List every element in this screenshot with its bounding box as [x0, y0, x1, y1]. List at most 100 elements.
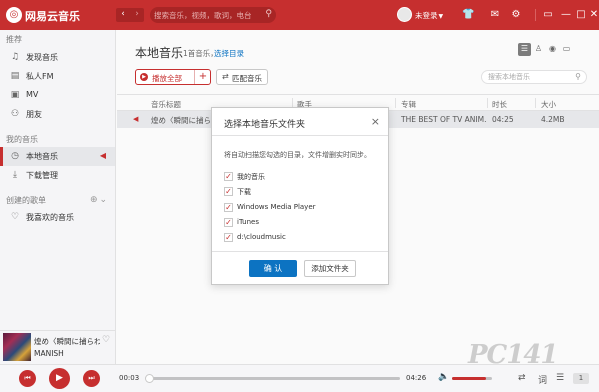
- folder-checkbox[interactable]: ✓: [224, 218, 233, 227]
- playlist-count[interactable]: 1: [573, 373, 589, 384]
- next-icon: ⏭: [88, 374, 95, 382]
- folder-option[interactable]: ✓ 我的音乐: [224, 171, 384, 183]
- folder-label: d:\cloudmusic: [237, 233, 286, 241]
- dialog-title: 选择本地音乐文件夹: [224, 120, 306, 130]
- sidebar-section-my-music: 我的音乐: [6, 135, 38, 144]
- folder-label: Windows Media Player: [237, 203, 316, 211]
- add-folder-button[interactable]: 添加文件夹: [304, 260, 356, 277]
- avatar[interactable]: [397, 7, 412, 22]
- list-view-icon[interactable]: ☰: [518, 43, 531, 56]
- column-album[interactable]: 专辑: [401, 99, 416, 110]
- song-count: 1首音乐，: [183, 49, 218, 58]
- sidebar-item-fm[interactable]: ▤ 私人FM: [0, 67, 115, 86]
- add-to-playlist-button[interactable]: +: [194, 70, 211, 84]
- next-button[interactable]: ⏭: [83, 370, 100, 387]
- sidebar-item-local-music[interactable]: ◷ 本地音乐 ◀: [0, 147, 115, 166]
- close-icon[interactable]: ×: [371, 115, 380, 128]
- search-icon[interactable]: ⚲: [265, 9, 272, 19]
- sidebar-item-label: MV: [26, 90, 39, 99]
- shuffle-icon[interactable]: ⇄: [518, 373, 526, 383]
- sidebar-item-mv[interactable]: ▣ MV: [0, 86, 115, 105]
- volume-slider[interactable]: [452, 377, 492, 380]
- folder-checkbox[interactable]: ✓: [224, 172, 233, 181]
- volume-icon[interactable]: 🔈: [438, 372, 449, 382]
- album-cover[interactable]: [3, 333, 31, 361]
- album-view-icon[interactable]: ◉: [546, 43, 559, 56]
- column-size[interactable]: 大小: [541, 99, 556, 110]
- previous-icon: ⏮: [24, 374, 31, 382]
- sidebar-item-downloads[interactable]: ⤓ 下载管理: [0, 166, 115, 185]
- speaker-icon: ◀: [133, 115, 139, 123]
- folder-checkbox[interactable]: ✓: [224, 203, 233, 212]
- chevron-down-icon: ▼: [438, 13, 444, 20]
- forward-button[interactable]: ›: [130, 8, 144, 22]
- divider: [212, 135, 388, 136]
- local-search-input[interactable]: [488, 71, 570, 83]
- previous-button[interactable]: ⏮: [19, 370, 36, 387]
- playlist-icon[interactable]: ☰: [556, 373, 564, 383]
- sidebar-item-label: 本地音乐: [26, 152, 58, 161]
- song-title: 煌め〈瞬間に捕ら: [151, 116, 211, 125]
- play-icon: ▶: [56, 373, 63, 383]
- select-folder-dialog: 选择本地音乐文件夹 × 将自动扫描您勾选的目录，文件增删实时同步。 ✓ 我的音乐…: [211, 107, 389, 285]
- song-duration: 04:25: [492, 115, 514, 124]
- folder-checkbox[interactable]: ✓: [224, 233, 233, 242]
- back-button[interactable]: ‹: [116, 8, 130, 22]
- global-search-input[interactable]: [154, 7, 260, 23]
- mail-icon[interactable]: ✉: [489, 9, 501, 21]
- close-icon[interactable]: ✕: [588, 9, 599, 21]
- maximize-icon[interactable]: □: [575, 9, 587, 21]
- view-switcher: ☰ ♙ ◉ ▭: [518, 43, 574, 56]
- heart-icon[interactable]: ♡: [102, 335, 110, 345]
- choose-directory-link[interactable]: 选择目录: [214, 48, 244, 59]
- play-all-button[interactable]: ▶ 播放全部 +: [135, 69, 211, 85]
- folder-option[interactable]: ✓ d:\cloudmusic: [224, 232, 384, 244]
- column-duration[interactable]: 时长: [492, 99, 507, 110]
- folder-option[interactable]: ✓ 下载: [224, 186, 384, 198]
- minimize-icon[interactable]: —: [560, 9, 572, 21]
- column-title[interactable]: 音乐标题: [151, 99, 181, 110]
- sidebar-item-discover[interactable]: ♫ 发现音乐: [0, 48, 115, 67]
- heart-icon: ♡: [10, 212, 20, 222]
- lyrics-icon[interactable]: 词: [538, 373, 547, 386]
- sidebar-item-friends[interactable]: ⚇ 朋友: [0, 105, 115, 124]
- now-playing[interactable]: 煌め〈瞬間に捕らわれて MANISH ♡: [0, 330, 116, 364]
- now-playing-title: 煌め〈瞬間に捕らわれて: [34, 337, 100, 346]
- sidebar: 推荐 ♫ 发现音乐 ▤ 私人FM ▣ MV ⚇ 朋友 我的音乐 ◷ 本地音乐 ◀…: [0, 30, 116, 330]
- tshirt-icon[interactable]: 👕: [462, 9, 474, 21]
- page-title: 本地音乐: [135, 46, 184, 60]
- match-music-button[interactable]: ⇄ 匹配音乐: [216, 69, 268, 85]
- song-size: 4.2MB: [541, 115, 565, 124]
- folder-option[interactable]: ✓ Windows Media Player: [224, 202, 384, 214]
- artist-view-icon[interactable]: ♙: [532, 43, 545, 56]
- dialog-description: 将自动扫描您勾选的目录，文件增删实时同步。: [224, 151, 371, 159]
- chevron-down-icon[interactable]: ⌄: [100, 195, 108, 205]
- app-name: 网易云音乐: [25, 10, 80, 23]
- folder-checkbox[interactable]: ✓: [224, 187, 233, 196]
- play-button[interactable]: ▶: [49, 368, 70, 389]
- folder-option[interactable]: ✓ iTunes: [224, 217, 384, 229]
- login-link[interactable]: 未登录▼: [415, 10, 443, 21]
- folder-label: 下载: [237, 188, 251, 196]
- settings-icon[interactable]: ⚙: [510, 9, 522, 21]
- confirm-button[interactable]: 确 认: [249, 260, 297, 277]
- add-playlist-icon[interactable]: ⊕: [90, 195, 98, 205]
- login-label: 未登录: [415, 11, 438, 20]
- sidebar-section-playlists: 创建的歌单: [6, 196, 46, 205]
- current-time: 00:03: [119, 374, 140, 382]
- folder-view-icon[interactable]: ▭: [560, 43, 573, 56]
- progress-bar[interactable]: [145, 374, 400, 383]
- radio-icon: ▤: [10, 71, 20, 81]
- column-divider: [535, 98, 536, 108]
- sidebar-item-liked[interactable]: ♡ 我喜欢的音乐: [0, 208, 115, 227]
- search-icon[interactable]: ⚲: [575, 72, 581, 81]
- playlist-tools: ⊕ ⌄: [88, 195, 107, 205]
- sidebar-item-label: 发现音乐: [26, 53, 58, 62]
- download-icon: ⤓: [13, 170, 17, 180]
- now-playing-artist: MANISH: [34, 349, 64, 358]
- match-icon: ⇄: [222, 72, 229, 81]
- total-time: 04:26: [406, 374, 427, 382]
- progress-handle[interactable]: [145, 374, 155, 383]
- minimode-icon[interactable]: ▭: [542, 9, 554, 21]
- title-bar: ◎ 网易云音乐 ‹ › ⚲ 未登录▼ 👕 ✉ ⚙ ▭ — □ ✕: [0, 0, 599, 30]
